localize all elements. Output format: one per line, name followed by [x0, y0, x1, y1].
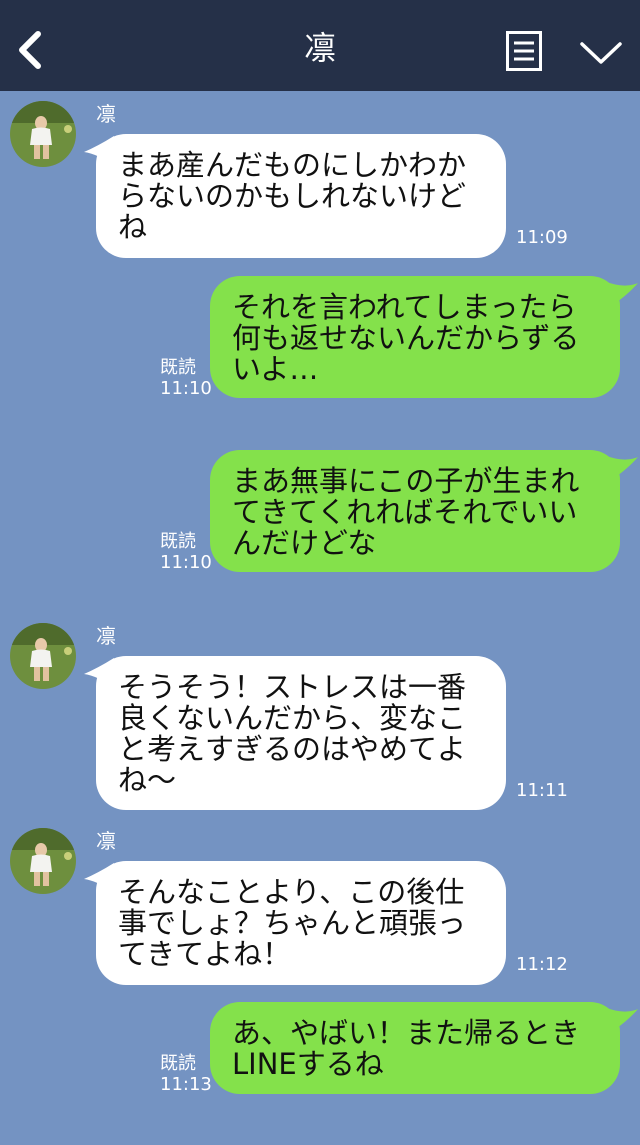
avatar-photo-icon — [10, 828, 76, 894]
message-time: 11:10 — [160, 378, 212, 399]
message-bubble[interactable]: まあ産んだものにしかわか らないのかもしれないけど ね — [96, 134, 506, 258]
sender-name: 凛 — [96, 829, 116, 853]
read-status: 既読 — [160, 1053, 196, 1074]
chat-header: 凛 — [0, 0, 640, 91]
message-bubble[interactable]: まあ無事にこの子が生まれ てきてくれればそれでいい んだけどな — [210, 450, 620, 572]
menu-button[interactable] — [506, 31, 542, 71]
sender-name: 凛 — [96, 102, 116, 126]
avatar-photo-icon — [10, 623, 76, 689]
avatar[interactable] — [10, 623, 76, 689]
message-bubble[interactable]: それを言われてしまったら 何も返せないんだからずる いよ… — [210, 276, 620, 398]
avatar-photo-icon — [10, 101, 76, 167]
message-bubble[interactable]: あ、やばい！また帰るとき LINEするね — [210, 1002, 620, 1094]
message-time: 11:11 — [516, 780, 568, 801]
message-time: 11:12 — [516, 954, 568, 975]
menu-icon — [506, 31, 542, 71]
message-time: 11:13 — [160, 1074, 212, 1095]
dropdown-button[interactable] — [578, 38, 624, 68]
read-status: 既読 — [160, 357, 196, 378]
read-status: 既読 — [160, 531, 196, 552]
chevron-down-icon — [580, 42, 622, 64]
avatar[interactable] — [10, 101, 76, 167]
message-time: 11:10 — [160, 552, 212, 573]
chat-title: 凛 — [303, 29, 336, 67]
avatar[interactable] — [10, 828, 76, 894]
message-bubble[interactable]: そうそう！ストレスは一番 良くないんだから、変なこ と考えすぎるのはやめてよ ね… — [96, 656, 506, 810]
message-time: 11:09 — [516, 227, 568, 248]
sender-name: 凛 — [96, 624, 116, 648]
message-bubble[interactable]: そんなことより、この後仕 事でしょ？ちゃんと頑張っ てきてよね！ — [96, 861, 506, 985]
